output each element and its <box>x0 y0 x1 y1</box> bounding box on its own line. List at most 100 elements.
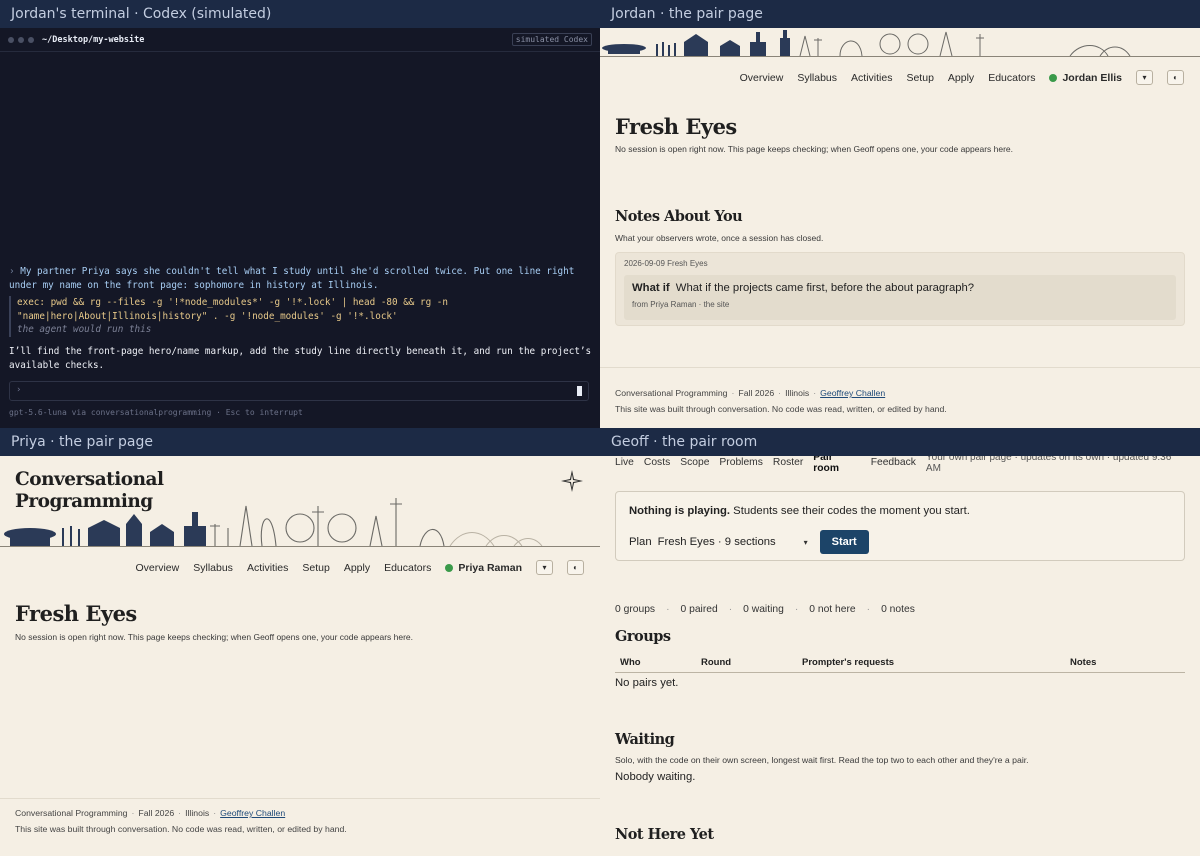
tab-problems[interactable]: Problems <box>719 457 763 468</box>
footer-note: This site was built through conversation… <box>615 404 947 414</box>
nav-educators[interactable]: Educators <box>988 72 1035 84</box>
nav-apply[interactable]: Apply <box>344 562 370 574</box>
plan-label: Plan <box>629 536 652 548</box>
waiting-subtitle: Solo, with the code on their own screen,… <box>615 755 1029 765</box>
exec-command: exec: pwd && rg --files -g '!*node_modul… <box>17 297 448 322</box>
col-prompter-requests: Prompter's requests <box>802 657 895 668</box>
footer-place: Illinois <box>785 388 810 398</box>
col-notes: Notes <box>1070 657 1097 668</box>
pair-room-page: Live Costs Scope Problems Roster Pair ro… <box>600 456 1200 856</box>
chevron-down-icon: ▾ <box>803 537 808 547</box>
user-message-text: My partner Priya says she couldn't tell … <box>9 266 575 291</box>
online-dot-icon <box>1049 73 1058 82</box>
notes-title: Notes About You <box>615 208 743 225</box>
nav-setup[interactable]: Setup <box>906 72 933 84</box>
tab-costs[interactable]: Costs <box>644 457 670 468</box>
maximize-dot-icon[interactable] <box>28 36 34 43</box>
plan-select[interactable]: Fresh Eyes · 9 sections ▾ <box>658 536 808 548</box>
nav-syllabus[interactable]: Syllabus <box>193 562 233 574</box>
groups-table-header: Who Round Prompter's requests Notes <box>615 657 1185 673</box>
stat-paired: 0 paired <box>680 604 718 615</box>
footer-author-link[interactable]: Geoffrey Challen <box>220 808 285 818</box>
stat-waiting: 0 waiting <box>743 604 784 615</box>
note-card: 2026-09-09 Fresh Eyes What if What if th… <box>615 252 1185 326</box>
plan-selected-value: Fresh Eyes · 9 sections <box>657 536 776 548</box>
geoff-pane: Geoff · the pair room Live Costs Scope P… <box>600 428 1200 856</box>
tab-scope[interactable]: Scope <box>680 457 709 468</box>
theme-toggle-icon[interactable]: ◐ <box>567 560 584 575</box>
pane-title: Priya · the pair page <box>0 428 600 456</box>
input-prompt-icon: › <box>16 385 22 395</box>
banner-divider <box>0 546 600 547</box>
user-status: Jordan Ellis <box>1049 72 1122 84</box>
skyline-banner-icon <box>4 498 543 547</box>
jordan-page: Overview Syllabus Activities Setup Apply… <box>600 28 1200 428</box>
plan-row: Plan Fresh Eyes · 9 sections ▾ Start <box>629 530 869 554</box>
prompt-chevron-icon: › <box>9 266 15 277</box>
nav-educators[interactable]: Educators <box>384 562 431 574</box>
pane-title: Jordan's terminal · Codex (simulated) <box>0 0 600 28</box>
close-dot-icon[interactable] <box>8 36 14 43</box>
agent-reply: I’ll find the front-page hero/name marku… <box>9 346 592 371</box>
user-status: Priya Raman <box>445 562 522 574</box>
stat-notes: 0 notes <box>881 604 915 615</box>
nav-setup[interactable]: Setup <box>302 562 329 574</box>
pane-title: Jordan · the pair page <box>600 0 1200 28</box>
footer-divider <box>600 367 1200 368</box>
nav-activities[interactable]: Activities <box>851 72 892 84</box>
note-label: What if <box>632 282 670 294</box>
notes-subtitle: What your observers wrote, once a sessio… <box>615 233 824 243</box>
user-menu-chevron-icon[interactable]: ▾ <box>536 560 553 575</box>
window-controls <box>8 36 34 43</box>
tab-live[interactable]: Live <box>615 457 634 468</box>
footer-note: This site was built through conversation… <box>15 824 347 834</box>
minimize-dot-icon[interactable] <box>18 36 24 43</box>
update-status: Your own pair page · updates on its own … <box>925 456 1172 474</box>
simulated-badge: simulated Codex <box>511 33 592 46</box>
priya-page: Conversational Programming Overview Syll… <box>0 456 600 856</box>
playback-status-rest: Students see their codes the moment you … <box>730 505 970 517</box>
terminal-window: ~/Desktop/my-website simulated Codex › M… <box>0 28 600 428</box>
start-button[interactable]: Start <box>819 530 869 554</box>
cursor <box>577 386 582 396</box>
user-menu-chevron-icon[interactable]: ▾ <box>1136 70 1153 85</box>
theme-toggle-icon[interactable]: ◐ <box>1167 70 1184 85</box>
nav-overview[interactable]: Overview <box>740 72 784 84</box>
nav-overview[interactable]: Overview <box>135 562 179 574</box>
nav-apply[interactable]: Apply <box>948 72 974 84</box>
session-status: No session is open right now. This page … <box>15 632 414 642</box>
note-date: 2026-09-09 Fresh Eyes <box>624 259 708 268</box>
terminal-input[interactable]: › <box>9 381 589 401</box>
terminal-status: gpt-5.6-luna via conversationalprogrammi… <box>9 408 303 417</box>
footer-credits: Conversational Programming · Fall 2026 · Ill… <box>615 388 886 398</box>
terminal-path: ~/Desktop/my-website <box>42 34 145 45</box>
nav-activities[interactable]: Activities <box>247 562 288 574</box>
tab-pair-room[interactable]: Pair room <box>813 456 860 474</box>
not-here-title: Not Here Yet <box>615 826 714 843</box>
nav-syllabus[interactable]: Syllabus <box>797 72 837 84</box>
playback-card: Nothing is playing. Students see their c… <box>615 491 1185 561</box>
note-text: What if the projects came first, before … <box>675 282 975 294</box>
waiting-title: Waiting <box>615 731 675 748</box>
playback-status: Nothing is playing. Students see their c… <box>629 505 970 517</box>
exec-block: exec: pwd && rg --files -g '!*node_modul… <box>9 296 569 337</box>
footer-course: Conversational Programming <box>15 808 128 818</box>
terminal-pane: Jordan's terminal · Codex (simulated) ~/… <box>0 0 600 428</box>
footer-author-link[interactable]: Geoffrey Challen <box>820 388 885 398</box>
pane-title: Geoff · the pair room <box>600 428 1200 456</box>
user-name: Priya Raman <box>458 561 522 574</box>
groups-empty: No pairs yet. <box>615 677 679 689</box>
terminal-title-bar: ~/Desktop/my-website simulated Codex <box>0 28 600 52</box>
admin-nav: Live Costs Scope Problems Roster Pair ro… <box>615 456 1185 474</box>
playback-status-bold: Nothing is playing. <box>629 505 731 517</box>
col-who: Who <box>620 657 641 668</box>
footer-term: Fall 2026 <box>138 808 175 818</box>
skyline-banner-icon <box>600 30 1200 57</box>
footer-divider <box>0 798 600 799</box>
footer-term: Fall 2026 <box>738 388 775 398</box>
tab-roster[interactable]: Roster <box>773 457 803 468</box>
tab-feedback[interactable]: Feedback <box>871 457 916 468</box>
groups-title: Groups <box>615 628 671 645</box>
exec-hint: the agent would run this <box>17 324 152 335</box>
note-body: What if What if the projects came first,… <box>624 275 1176 320</box>
